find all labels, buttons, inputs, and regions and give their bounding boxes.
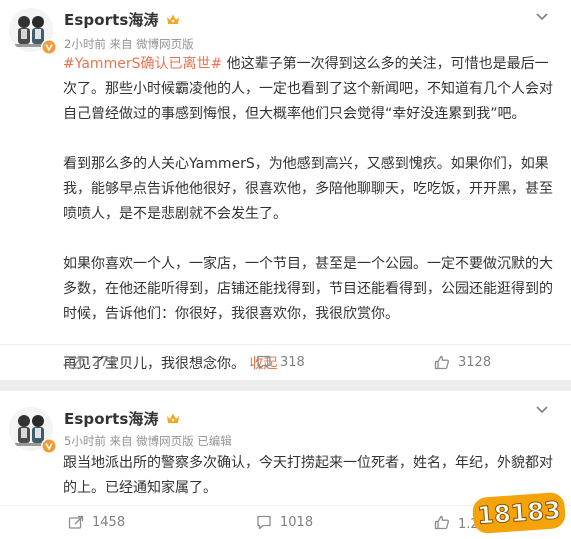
chevron-down-icon[interactable] (535, 405, 549, 415)
share-count: 274 (92, 354, 117, 370)
topic-link[interactable]: #YammerS确认已离世# (63, 56, 222, 72)
author-name[interactable]: Esports海涛 (64, 408, 180, 429)
divider (0, 344, 571, 345)
avatar[interactable] (9, 8, 56, 54)
post-paragraph: 看到那么多的人关心YammerS，为他感到高兴，又感到愧疚。如果你们，如果我，能… (63, 156, 553, 222)
post-paragraph: 如果你喜欢一个人，一家店，一个节目，甚至是一个公园。一定不要做沉默的大多数，在他… (63, 256, 553, 322)
like-button[interactable]: 3128 (434, 347, 491, 377)
post-paragraph: #YammerS确认已离世# 他这辈子第一次得到这么多的关注，可惜也是最后一次了… (63, 52, 559, 127)
crown-badge-icon (166, 413, 179, 423)
author-name[interactable]: Esports海涛 (64, 9, 180, 30)
verified-v-icon (42, 439, 56, 453)
share-button[interactable]: 1458 (68, 507, 125, 537)
comment-count: 1018 (280, 514, 314, 530)
watermark-text: 18183 (476, 496, 561, 530)
author-name-text[interactable]: Esports海涛 (64, 11, 159, 29)
comment-button[interactable]: 1018 (256, 507, 313, 537)
comment-count: 318 (280, 354, 305, 370)
chevron-down-icon[interactable] (535, 12, 549, 22)
verified-v-icon (42, 40, 56, 54)
comment-icon (257, 355, 271, 369)
thumbs-up-icon (434, 515, 450, 529)
share-count: 1458 (92, 514, 126, 530)
author-name-text[interactable]: Esports海涛 (64, 410, 159, 428)
comment-button[interactable]: 318 (256, 347, 305, 377)
thumbs-up-icon (434, 355, 450, 369)
watermark-logo: 18183 (472, 492, 566, 534)
post-actions: 274 318 3128 (0, 347, 571, 377)
weibo-post-card: Esports海涛 2小时前 来自 微博网页版 #YammerS确认已离世# 他… (0, 0, 571, 380)
crown-badge-icon (166, 14, 179, 24)
post-meta: 5小时前 来自 微博网页版 已编辑 (64, 434, 232, 448)
share-button[interactable]: 274 (68, 347, 117, 377)
post-meta: 2小时前 来自 微博网页版 (64, 37, 194, 51)
post-body: #YammerS确认已离世# 他这辈子第一次得到这么多的关注，可惜也是最后一次了… (63, 52, 559, 377)
comment-icon (257, 515, 271, 529)
share-icon (68, 355, 84, 369)
like-count: 3128 (458, 354, 492, 370)
avatar[interactable] (9, 407, 56, 453)
share-icon (68, 515, 84, 529)
